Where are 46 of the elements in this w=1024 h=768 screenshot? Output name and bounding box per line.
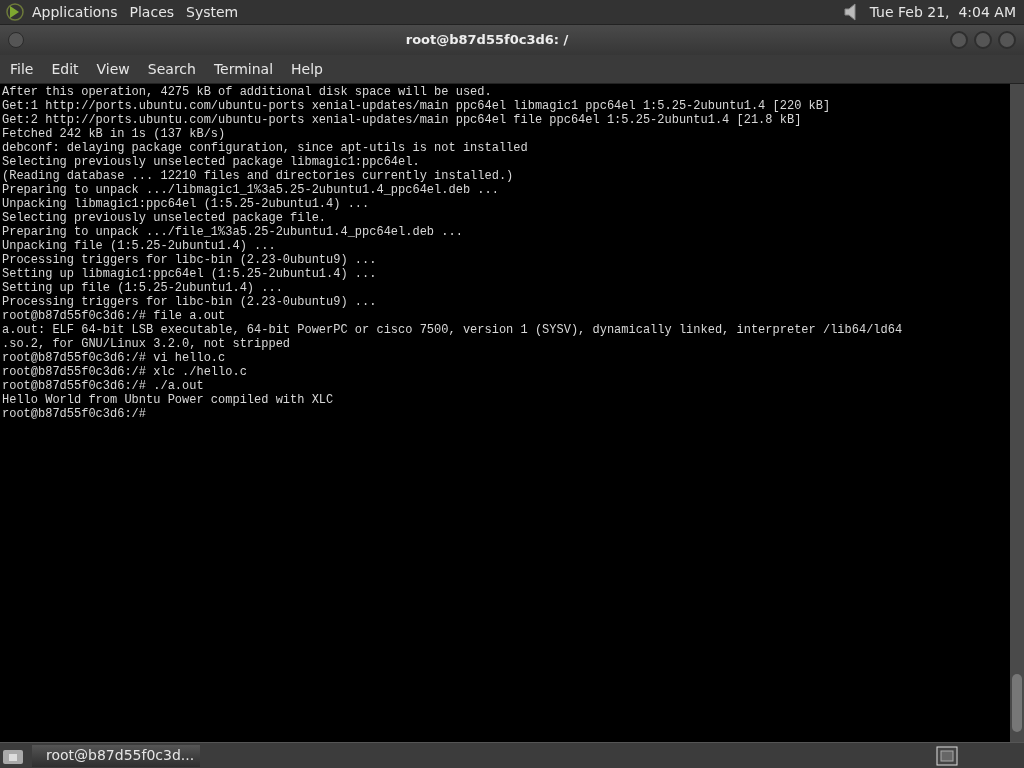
terminal-line: Hello World from Ubntu Power compiled with XLC [2, 393, 334, 407]
terminal-screen[interactable] [0, 84, 1010, 742]
terminal-line: root@b87d55f0c3d6:/# ./a.out [2, 379, 204, 393]
scrollbar-thumb[interactable] [1012, 674, 1022, 732]
terminal-line: Processing triggers for libc-bin (2.23-0ubuntu9) ... [2, 253, 377, 267]
terminal-line: a.out: ELF 64-bit LSB executable, 64-bit PowerPC or cisco 7500, version 1 (SYSV), dynamically linked, interpreter /lib64/ld64 [2, 323, 903, 337]
menu-item[interactable]: Help [285, 58, 329, 80]
terminal-line: After this operation, 4275 kB of additional disk space will be used. [2, 85, 492, 99]
terminal-line: Processing triggers for libc-bin (2.23-0ubuntu9) ... [2, 295, 377, 309]
terminal-line: Get:1 http://ports.ubuntu.com/ubuntu-ports xenial-updates/main ppc64el libmagic1 ppc64el 1:5.25-2ubuntu1.4 [220 kB] [2, 99, 831, 113]
terminal-line: Setting up file (1:5.25-2ubuntu1.4) ... [2, 281, 283, 295]
window-title: root@b87d55f0c3d6: / [404, 31, 570, 50]
close-button[interactable] [998, 31, 1016, 49]
terminal-line: root@b87d55f0c3d6:/# file a.out [2, 309, 226, 323]
terminal-line: .so.2, for GNU/Linux 3.2.0, not stripped [2, 337, 291, 351]
terminal-line: Selecting previously unselected package file. [2, 211, 327, 225]
terminal-line: Selecting previously unselected package libmagic1:ppc64el. [2, 155, 420, 169]
menu-item[interactable]: File [4, 58, 40, 80]
terminal-line: debconf: delaying package configuration, since apt-utils is not installed [2, 141, 528, 155]
terminal-line: Get:2 http://ports.ubuntu.com/ubuntu-ports xenial-updates/main ppc64el file ppc64el 1:5.25-2ubuntu1.4 [21.8 kB] [2, 113, 802, 127]
maximize-button[interactable] [974, 31, 992, 49]
menu-item[interactable]: View [90, 58, 136, 80]
terminal-line: Setting up libmagic1:ppc64el (1:5.25-2ubuntu1.4) ... [2, 267, 377, 281]
terminal-line: Preparing to unpack .../file_1%3a5.25-2ubuntu1.4_ppc64el.deb ... [2, 225, 463, 239]
menu-item[interactable]: Terminal [207, 58, 280, 80]
menu-item[interactable]: Edit [45, 58, 85, 80]
terminal-line: root@b87d55f0c3d6:/# vi hello.c [2, 351, 226, 365]
window-menu-icon[interactable] [8, 32, 24, 48]
menu-item[interactable]: Search [141, 58, 202, 80]
terminal-line: root@b87d55f0c3d6:/# [2, 407, 147, 421]
scrollbar[interactable] [1010, 84, 1024, 742]
panel-menu[interactable]: Applications [26, 1, 124, 23]
terminal-line: Fetched 242 kB in 1s (137 kB/s) [2, 127, 226, 141]
terminal-line: root@b87d55f0c3d6:/# xlc ./hello.c [2, 365, 247, 379]
terminal-line: Preparing to unpack .../libmagic1_1%3a5.25-2ubuntu1.4_ppc64el.deb ... [2, 183, 499, 197]
task-label: root@b87d55f0c3d... [46, 746, 195, 765]
task-button[interactable]: root@b87d55f0c3d... [32, 744, 200, 767]
workspace-icon[interactable] [936, 745, 958, 766]
terminal-line: (Reading database ... 12210 files and directories currently installed.) [2, 169, 514, 183]
panel-menu[interactable]: Places [123, 1, 181, 23]
terminal-line: Unpacking libmagic1:ppc64el (1:5.25-2ubuntu1.4) ... [2, 197, 370, 211]
minimize-button[interactable] [950, 31, 968, 49]
clock[interactable]: Tue Feb 21, 4:04 AM [869, 1, 1020, 23]
logo-icon[interactable] [4, 2, 26, 22]
terminal-line: Unpacking file (1:5.25-2ubuntu1.4) ... [2, 239, 276, 253]
panel-menu[interactable]: System [180, 1, 245, 23]
